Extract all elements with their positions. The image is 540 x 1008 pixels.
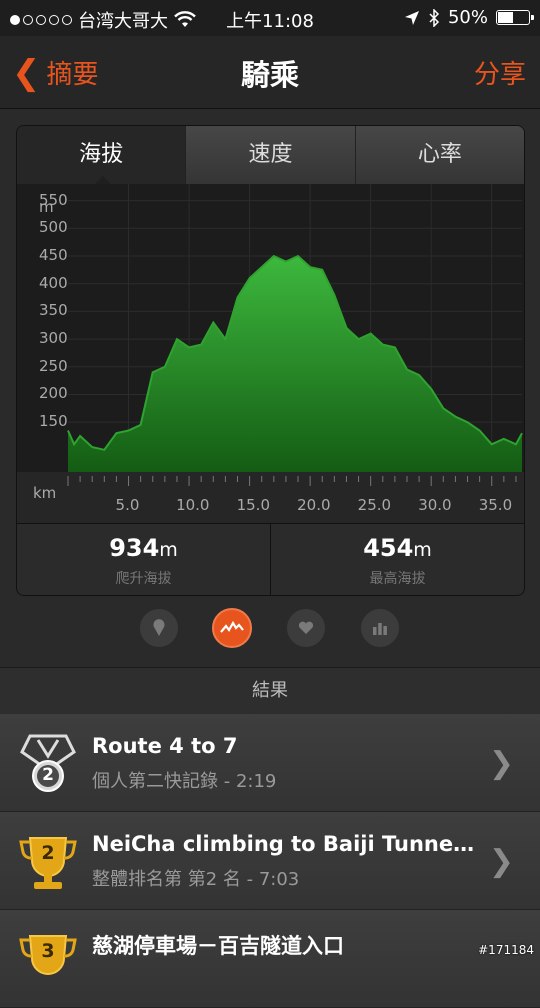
chevron-right-icon: ❯ — [488, 844, 514, 879]
elevation-chart[interactable]: m 550 500 450 400 350 300 250 200 150 km 5.0 10.0… — [17, 184, 524, 523]
battery-percent: 50% — [447, 7, 488, 28]
x-tick-label: 25.0 — [357, 496, 392, 514]
watermark: #171184 — [478, 943, 534, 957]
y-tick-label: 450 — [39, 246, 68, 264]
y-tick-label: 200 — [39, 384, 68, 403]
y-tick-label: 150 — [39, 412, 68, 431]
x-tick-label: 30.0 — [418, 496, 452, 514]
badge-rank: 2 — [42, 765, 54, 785]
result-title: NeiCha climbing to Baiji Tunne… — [92, 832, 475, 856]
result-subtitle: 個人第二快記錄 - 2:19 — [92, 771, 277, 792]
battery-icon — [496, 10, 534, 25]
stat-unit: m — [159, 539, 178, 561]
bar-chart-icon[interactable] — [360, 608, 400, 648]
elevation-icon[interactable] — [212, 608, 252, 648]
result-subtitle: 整體排名第 第2 名 - 7:03 — [92, 869, 300, 890]
x-tick-label: 20.0 — [297, 496, 331, 514]
result-title: 慈湖停車場－百吉隧道入口 — [92, 934, 344, 958]
stat-unit: m — [413, 539, 432, 561]
y-tick-label: 300 — [39, 329, 68, 348]
result-row[interactable]: 3 慈湖停車場－百吉隧道入口 — [0, 910, 540, 1008]
results-header: 結果 — [0, 667, 540, 715]
tab-speed[interactable]: 速度 — [186, 126, 356, 184]
stat-label: 最高海拔 — [369, 571, 426, 587]
silver-medal-icon — [20, 734, 76, 792]
location-arrow-icon — [404, 10, 419, 25]
stats-bar: 934m 爬升海拔 454m 最高海拔 — [17, 523, 524, 595]
y-tick-label: 250 — [39, 356, 68, 375]
chevron-right-icon: ❯ — [488, 746, 514, 781]
stat-value: 934 — [109, 534, 160, 562]
chart-card: 海拔 速度 心率 m 550 500 450 400 350 300 250 200 150 k… — [16, 125, 525, 596]
tab-heart-rate[interactable]: 心率 — [355, 126, 524, 184]
bluetooth-icon — [429, 8, 440, 27]
x-tick-label: 10.0 — [176, 496, 210, 514]
result-row[interactable]: 2 NeiCha climbing to Baiji Tunne… 整體排名第 … — [0, 812, 540, 910]
status-bar: 台湾大哥大 上午11:08 50% — [0, 0, 540, 36]
result-title: Route 4 to 7 — [92, 734, 238, 758]
stat-label: 爬升海拔 — [115, 571, 172, 587]
x-axis-unit: km — [33, 484, 57, 502]
page-title: 騎乘 — [240, 58, 299, 92]
result-row[interactable]: 2 Route 4 to 7 個人第二快記錄 - 2:19 ❯ — [0, 714, 540, 812]
badge-rank: 3 — [41, 940, 55, 962]
y-tick-label: 400 — [39, 273, 68, 292]
y-tick-label: 500 — [39, 218, 68, 237]
x-tick-label: 35.0 — [478, 496, 513, 514]
elevation-chart-svg — [17, 184, 524, 523]
y-tick-label: 350 — [39, 301, 68, 320]
stat-value: 454 — [363, 534, 414, 562]
badge-rank: 2 — [41, 842, 55, 864]
y-tick-label: 550 — [39, 190, 68, 209]
chart-pager — [0, 608, 540, 650]
stat-max-elevation: 454m 最高海拔 — [271, 524, 524, 595]
stat-elevation-gain: 934m 爬升海拔 — [17, 524, 271, 595]
x-tick-label: 5.0 — [115, 496, 140, 514]
status-right-group: 50% — [404, 7, 534, 28]
share-button[interactable]: 分享 — [474, 54, 526, 91]
location-pin-icon[interactable] — [139, 608, 179, 648]
x-tick-label: 15.0 — [236, 496, 270, 514]
heart-icon[interactable] — [286, 608, 326, 648]
navigation-bar: ❮ 摘要 騎乘 分享 — [0, 36, 540, 109]
